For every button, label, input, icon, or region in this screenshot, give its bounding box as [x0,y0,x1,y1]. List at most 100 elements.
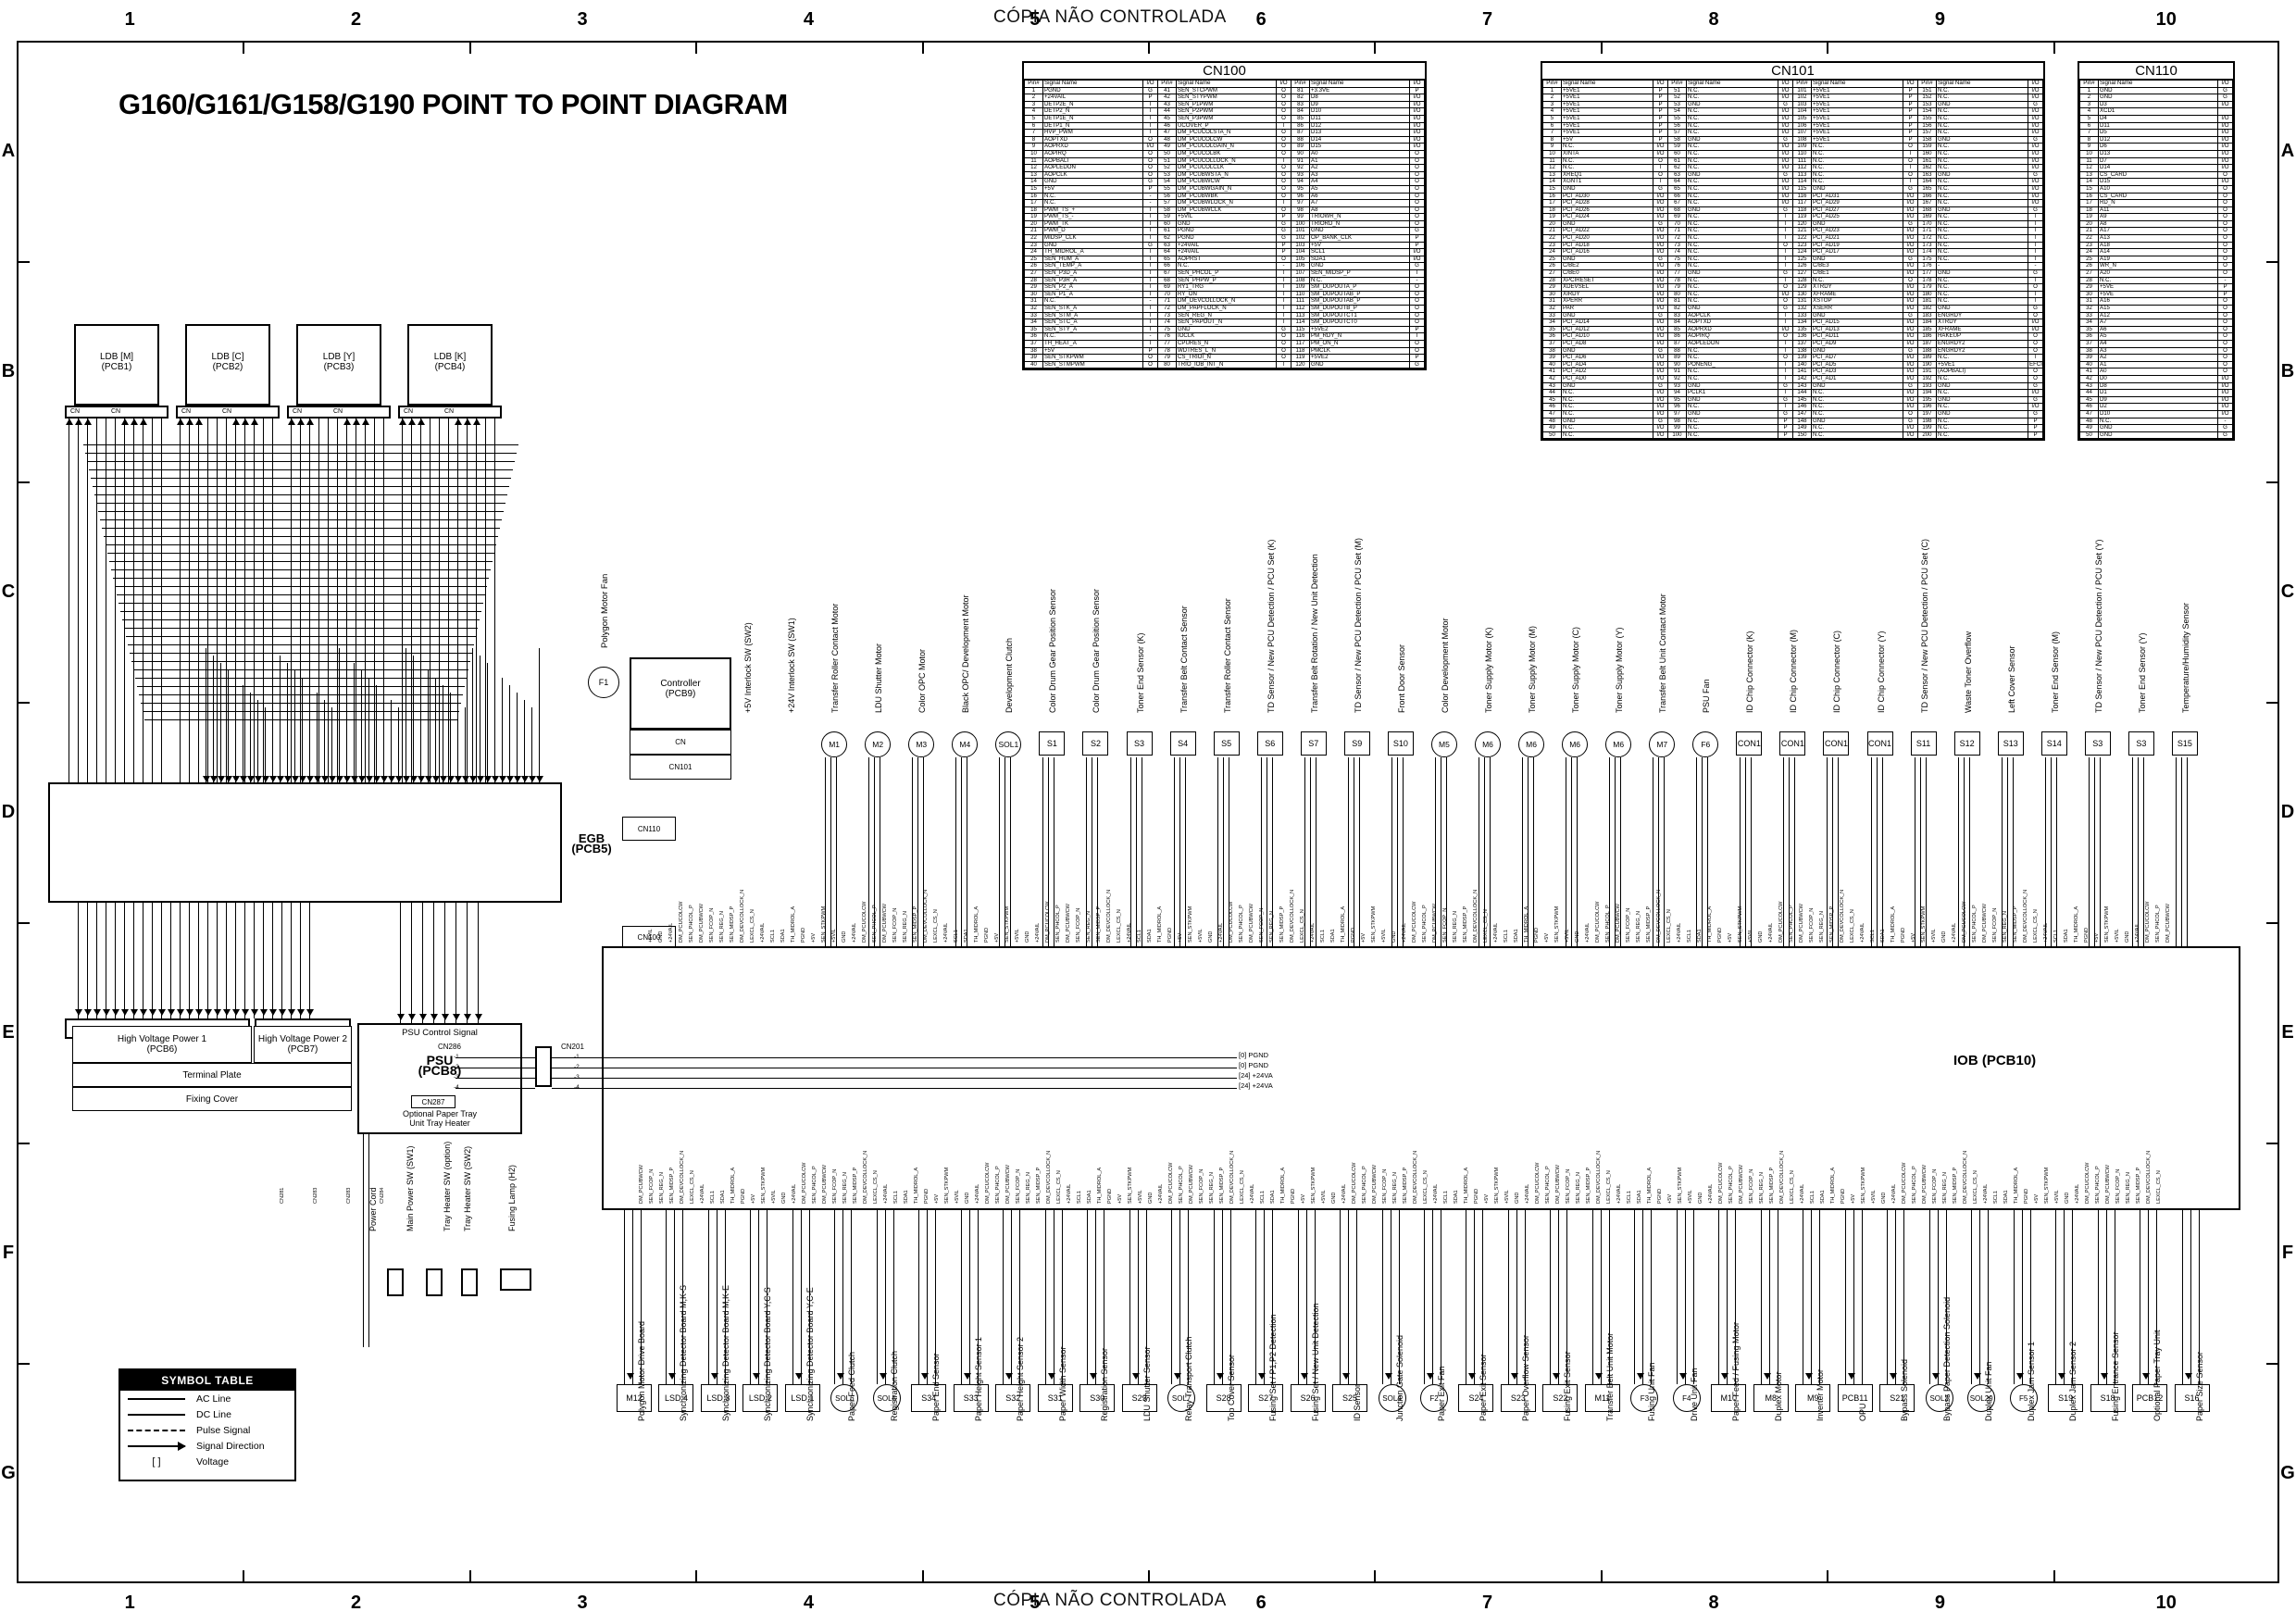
high-voltage-power-2[interactable]: High Voltage Power 2 (PCB7) [254,1026,352,1063]
pin-cell: P [2028,417,2043,426]
bottom-device-tag-s21-30[interactable]: S21 [1879,1384,1915,1412]
bottom-device-tag-lsd 4-1[interactable]: LSD 4 [658,1384,694,1412]
top-device-tag-s3-32[interactable]: S3 [2128,731,2154,756]
top-device-tag-m5-16[interactable]: M5 [1430,731,1457,757]
left-power-component-3[interactable] [500,1268,531,1291]
egb-bus-line [119,603,483,604]
top-device-tag-con1-26[interactable]: CON1 [1866,731,1893,756]
egb-board[interactable] [48,782,562,903]
iob-signal-label-61: SEN_REG_N [1269,911,1275,943]
bottom-device-tag-m8-27[interactable]: M8 [1753,1384,1789,1412]
pin-cell: D15 [1309,143,1410,151]
pin-cell: PCI_AD16 [1561,248,1653,256]
bottom-device-tag-m10-26[interactable]: M10 [1711,1384,1747,1412]
signal-arrow [1258,1373,1267,1380]
pin-table-row: 38 +5V P 78 WDTRES_L_N O 118 PMCLK O [1024,346,1425,356]
bottom-device-tag-lsd 1-4[interactable]: LSD 1 [784,1384,820,1412]
high-voltage-power-1[interactable]: High Voltage Power 1 (PCB6) [72,1026,252,1063]
bottom-device-tag-s31-10[interactable]: S31 [1037,1384,1073,1412]
bottom-device-tag-s30-11[interactable]: S30 [1079,1384,1116,1412]
pin-cell: 62 [1157,234,1177,243]
top-device-tag-s3-31[interactable]: S3 [2084,731,2111,756]
bottom-device-tag-s33-8[interactable]: S33 [953,1384,989,1412]
bottom-device-tag-s23-21[interactable]: S23 [1500,1384,1536,1412]
top-device-tag-m6-17[interactable]: M6 [1475,731,1501,757]
pin-table-row: 19 A9 O [2079,213,2233,221]
polygon-motor-fan-f1[interactable]: F1 [588,667,619,698]
iob-signal-label-15: PGND [801,927,806,943]
top-device-tag-s12-28[interactable]: S12 [1953,731,1980,756]
iob-bottom-signal-label-6: +24VAIL [700,1183,705,1204]
iob-bottom-signal-label-70: DM_PCUCOLCW [1352,1162,1357,1204]
top-device-tag-s4-10[interactable]: S4 [1169,731,1196,756]
bottom-device-tag-lsd 3-2[interactable]: LSD 3 [700,1384,736,1412]
top-device-tag-s6-12[interactable]: S6 [1256,731,1283,756]
pin-cell: 53 [1667,100,1687,109]
top-device-tag-s5-11[interactable]: S5 [1213,731,1240,756]
pin-cell: N.C. [1811,156,1903,166]
egb-bus-line [94,494,507,495]
iob-bottom-signal-label-115: SCL1 [1810,1191,1816,1204]
signal-arrow [195,1009,203,1016]
top-device-tag-s13-29[interactable]: S13 [1997,731,2024,756]
signal-arrow [223,1009,231,1016]
signal-arrow [2142,1373,2151,1380]
bottom-device-tag-s32-9[interactable]: S32 [995,1384,1031,1412]
left-power-component-1[interactable] [426,1268,443,1296]
pin-cell: I/O [1653,339,1668,348]
bottom-device-tag-lsd 2-3[interactable]: LSD 2 [742,1384,779,1412]
top-device-tag-s11-27[interactable]: S11 [1910,731,1937,756]
bottom-device-tag-pcb12-36[interactable]: PCB12 [2132,1384,2168,1412]
bottom-device-tag-m12-0[interactable]: M12 [617,1384,652,1412]
bottom-device-tag-s25-17[interactable]: S25 [1332,1384,1368,1412]
left-power-component-0[interactable] [387,1268,404,1296]
top-device-tag-con1-25[interactable]: CON1 [1823,731,1850,756]
bottom-device-tag-m11-23[interactable]: M11 [1584,1384,1620,1412]
top-device-tag-s9-14[interactable]: S9 [1343,731,1370,756]
top-device-tag-s3-9[interactable]: S3 [1126,731,1153,756]
pin-table-row: 33 GND G 83 AOPCLK I 133 GND G 183 ENGRDY O [1542,311,2043,320]
top-device-tag-m6-20[interactable]: M6 [1605,731,1632,757]
top-device-tag-m6-18[interactable]: M6 [1518,731,1545,757]
left-power-label-3: Tray Heater SW (SW2) [463,1145,472,1231]
iob-signal-label-142: +5V [2094,932,2100,943]
pin-cell: 114 [1291,319,1310,327]
signal-arrow [430,1014,438,1020]
bottom-device-tag-pcb11-29[interactable]: PCB11 [1837,1384,1873,1412]
pin-cell: N.C. [1936,164,2028,172]
top-device-tag-con1-24[interactable]: CON1 [1779,731,1806,756]
bottom-device-tag-s24-20[interactable]: S24 [1458,1384,1494,1412]
top-device-tag-s10-15[interactable]: S10 [1387,731,1414,756]
top-device-tag-s15-33[interactable]: S15 [2171,731,2198,756]
bottom-device-tag-s34-7[interactable]: S34 [911,1384,947,1412]
top-device-tag-m1-2[interactable]: M1 [821,731,848,757]
bottom-device-tag-m9-28[interactable]: M9 [1795,1384,1831,1412]
bottom-device-tag-s27-15[interactable]: S27 [1248,1384,1284,1412]
pin-cell: 12 [1542,164,1562,172]
controller-connector-cn[interactable]: CN [630,730,731,755]
left-power-component-2[interactable] [461,1268,478,1296]
pin-cell: +24VAIL [1176,241,1277,250]
top-device-tag-s7-13[interactable]: S7 [1300,731,1327,756]
pin-cell: 21 [2079,227,2099,236]
pin-cell: GND [1561,381,1653,391]
top-device-tag-m2-3[interactable]: M2 [865,731,892,757]
top-device-tag-s14-30[interactable]: S14 [2040,731,2067,756]
bottom-device-tag-s22-22[interactable]: S22 [1542,1384,1578,1412]
iob-signal-label-8: SEN_MIDSP_P [730,906,735,943]
iob-signal-label-57: DM_PCUCOLCW [1229,901,1234,943]
top-device-tag-s2-8[interactable]: S2 [1082,731,1109,756]
pin-cell: N.C. [1686,255,1778,264]
pin-cell: 81 [1291,86,1310,95]
top-device-tag-con1-23[interactable]: CON1 [1736,731,1763,756]
top-device-tag-m6-19[interactable]: M6 [1562,731,1589,757]
bottom-device-tag-s19-34[interactable]: S19 [2048,1384,2084,1412]
top-device-tag-s1-7[interactable]: S1 [1039,731,1066,756]
egb-connector-cn110[interactable]: CN110 [622,817,676,841]
psu-connector-cn287[interactable]: CN287 [411,1095,455,1108]
pin-cell: 86 [1291,121,1310,131]
signal-arrow [464,1014,471,1020]
pin-cell: GND [1811,184,1903,194]
controller-connector-cn101[interactable]: CN101 [630,755,731,780]
signal-arrow [232,1009,240,1016]
